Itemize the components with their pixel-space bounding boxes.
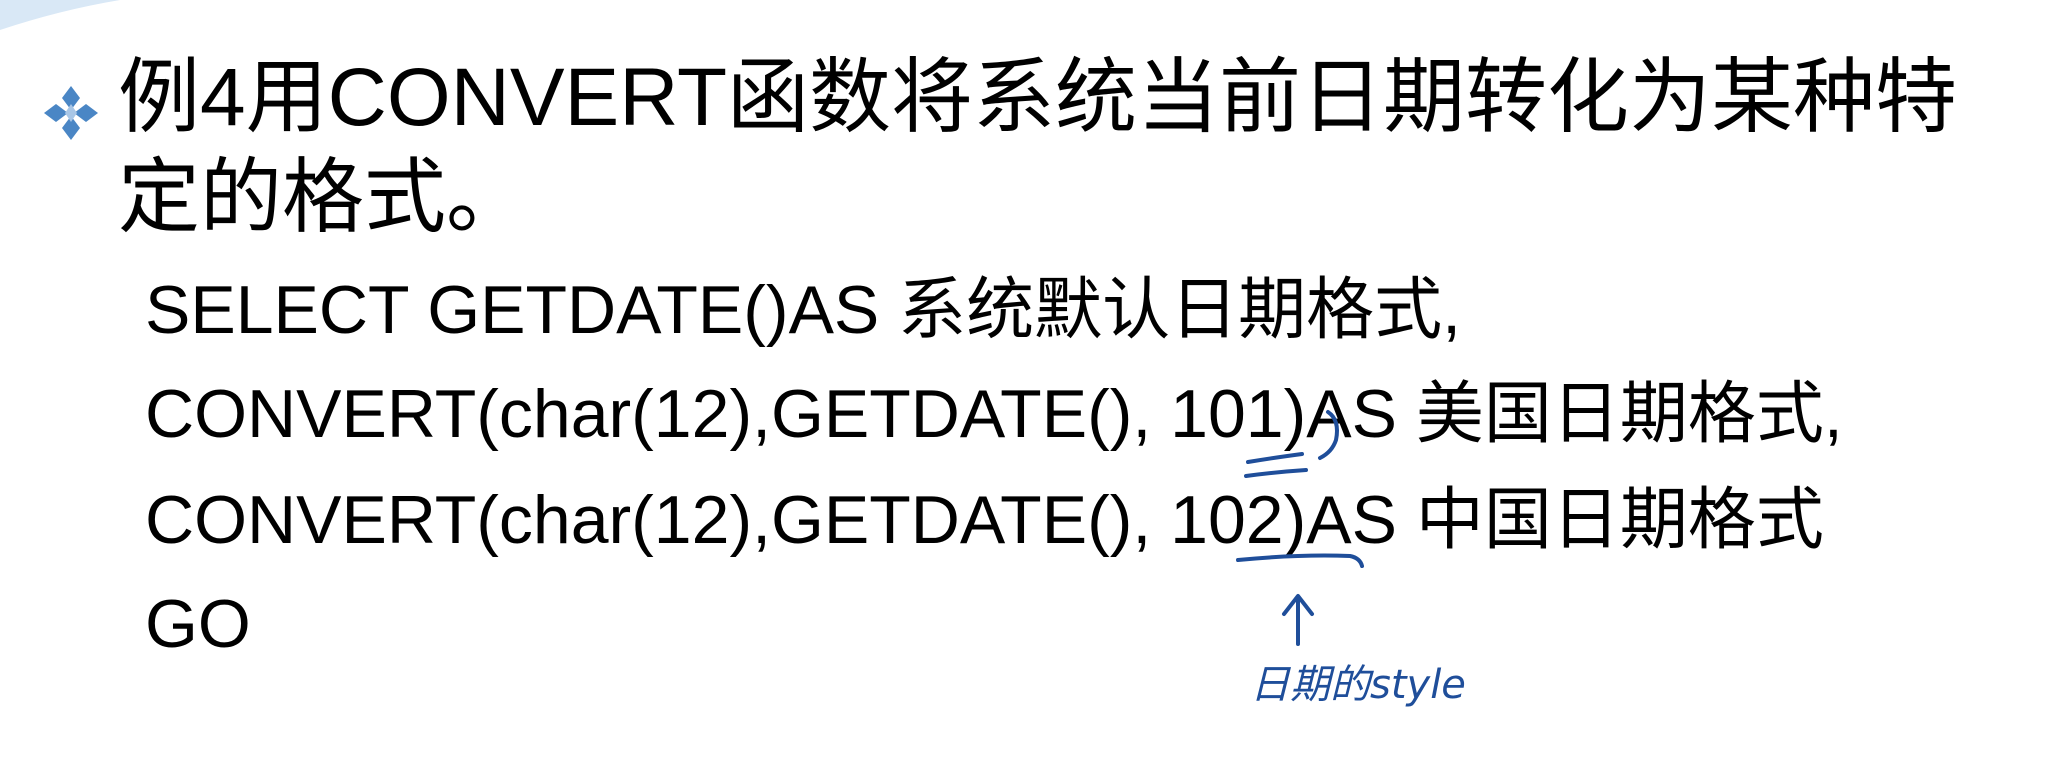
corner-decoration — [0, 0, 120, 30]
equals-mark — [1244, 452, 1308, 478]
diamond-cluster-icon — [44, 86, 98, 140]
code-line-select: SELECT GETDATE()AS 系统默认日期格式, — [145, 272, 1462, 348]
code-line-go: GO — [145, 586, 251, 662]
code-line-convert-us: CONVERT(char(12),GETDATE(), 101)AS 美国日期格… — [145, 376, 1843, 452]
underline-mark — [1236, 553, 1364, 568]
handwritten-annotation: 日期的style — [1236, 410, 1466, 708]
slide-title: 例4用CONVERT函数将系统当前日期转化为某种特定的格式。 — [118, 52, 1958, 243]
handwritten-note: 日期的style — [1250, 662, 1466, 708]
code-line-convert-cn: CONVERT(char(12),GETDATE(), 102)AS 中国日期格… — [145, 482, 1824, 558]
bracket-mark — [1318, 410, 1339, 460]
